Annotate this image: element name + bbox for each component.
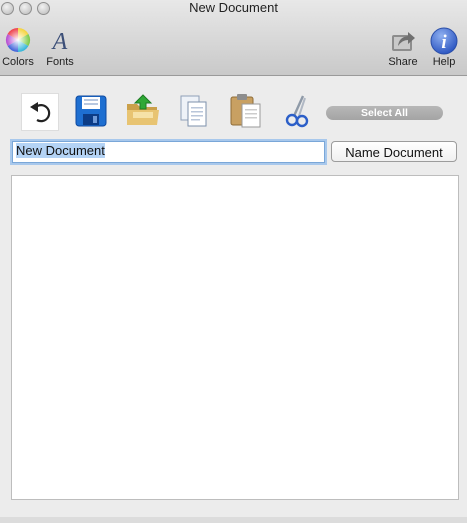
svg-text:A: A — [51, 29, 68, 53]
window-bottom-edge — [0, 517, 467, 523]
open-folder-icon — [127, 94, 159, 125]
fonts-icon: A — [42, 27, 78, 55]
document-text-area[interactable] — [11, 175, 459, 500]
share-label: Share — [388, 56, 418, 68]
colors-label: Colors — [2, 56, 34, 68]
help-label: Help — [432, 56, 456, 68]
cut-button[interactable] — [280, 93, 316, 129]
name-document-button[interactable]: Name Document — [331, 141, 457, 162]
color-wheel-icon — [0, 27, 36, 55]
floppy-disk-icon — [75, 95, 107, 127]
svg-text:i: i — [441, 32, 447, 53]
undo-button[interactable] — [21, 93, 59, 131]
help-toolbar-button[interactable]: i Help — [425, 27, 463, 68]
scissors-icon — [285, 95, 309, 128]
copy-documents-icon — [180, 95, 207, 127]
window-title: New Document — [189, 0, 278, 15]
share-icon — [384, 27, 422, 55]
main-content: Select All New Document Name Document — [0, 76, 467, 523]
share-toolbar-button[interactable]: Share — [384, 27, 422, 68]
paste-button[interactable] — [228, 93, 264, 129]
fonts-label: Fonts — [46, 56, 74, 68]
info-icon: i — [425, 27, 463, 55]
open-button[interactable] — [125, 93, 161, 129]
save-button[interactable] — [73, 93, 109, 129]
paste-clipboard-icon — [230, 94, 261, 128]
fonts-toolbar-button[interactable]: A Fonts — [42, 27, 78, 68]
copy-button[interactable] — [176, 93, 212, 129]
document-name-value: New Document — [16, 143, 105, 158]
window-titlebar: New Document Colors A Fonts Share i Help — [0, 0, 467, 76]
colors-toolbar-button[interactable]: Colors — [0, 27, 36, 68]
undo-icon — [30, 102, 51, 123]
document-name-field[interactable]: New Document — [12, 141, 325, 163]
select-all-button[interactable]: Select All — [326, 106, 443, 120]
